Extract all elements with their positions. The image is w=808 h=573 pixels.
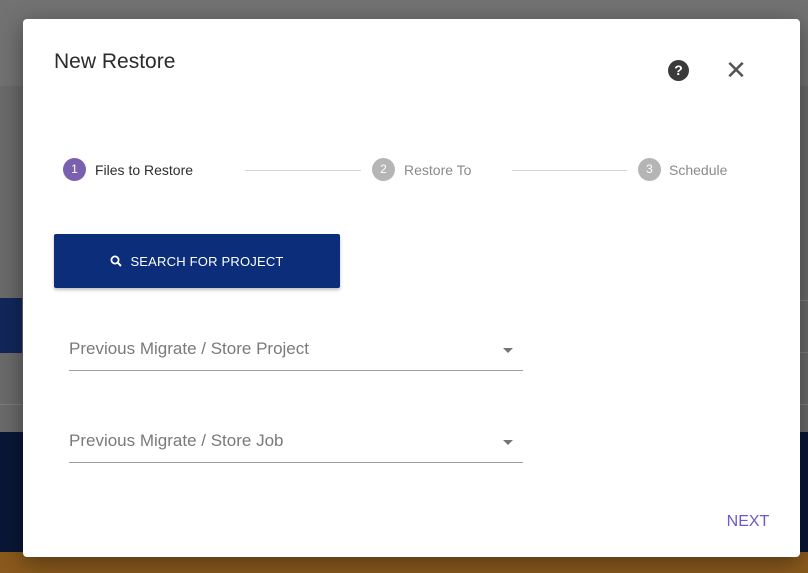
help-icon[interactable]: ? bbox=[668, 60, 689, 81]
background-sidebar-tab bbox=[0, 298, 22, 353]
chevron-down-icon bbox=[503, 348, 513, 353]
step-1-label[interactable]: Files to Restore bbox=[95, 162, 193, 178]
step-connector bbox=[245, 170, 361, 171]
step-2-label[interactable]: Restore To bbox=[404, 162, 471, 178]
chevron-down-icon bbox=[503, 440, 513, 445]
next-button[interactable]: NEXT bbox=[713, 510, 783, 534]
step-3-label[interactable]: Schedule bbox=[669, 162, 727, 178]
dialog-title: New Restore bbox=[54, 50, 176, 73]
previous-project-placeholder: Previous Migrate / Store Project bbox=[69, 339, 309, 358]
search-button-label: SEARCH FOR PROJECT bbox=[130, 253, 284, 269]
close-icon[interactable]: ✕ bbox=[723, 57, 749, 83]
step-3-number[interactable]: 3 bbox=[638, 158, 661, 181]
step-1-number[interactable]: 1 bbox=[63, 158, 86, 181]
step-connector bbox=[512, 170, 627, 171]
search-icon bbox=[110, 255, 123, 267]
search-for-project-button[interactable]: SEARCH FOR PROJECT bbox=[54, 234, 340, 288]
previous-job-placeholder: Previous Migrate / Store Job bbox=[69, 431, 284, 450]
step-2-number[interactable]: 2 bbox=[372, 158, 395, 181]
previous-project-select[interactable]: Previous Migrate / Store Project bbox=[69, 334, 523, 371]
previous-job-select[interactable]: Previous Migrate / Store Job bbox=[69, 426, 523, 463]
new-restore-dialog: New Restore ? ✕ 1 Files to Restore 2 Res… bbox=[23, 19, 800, 557]
